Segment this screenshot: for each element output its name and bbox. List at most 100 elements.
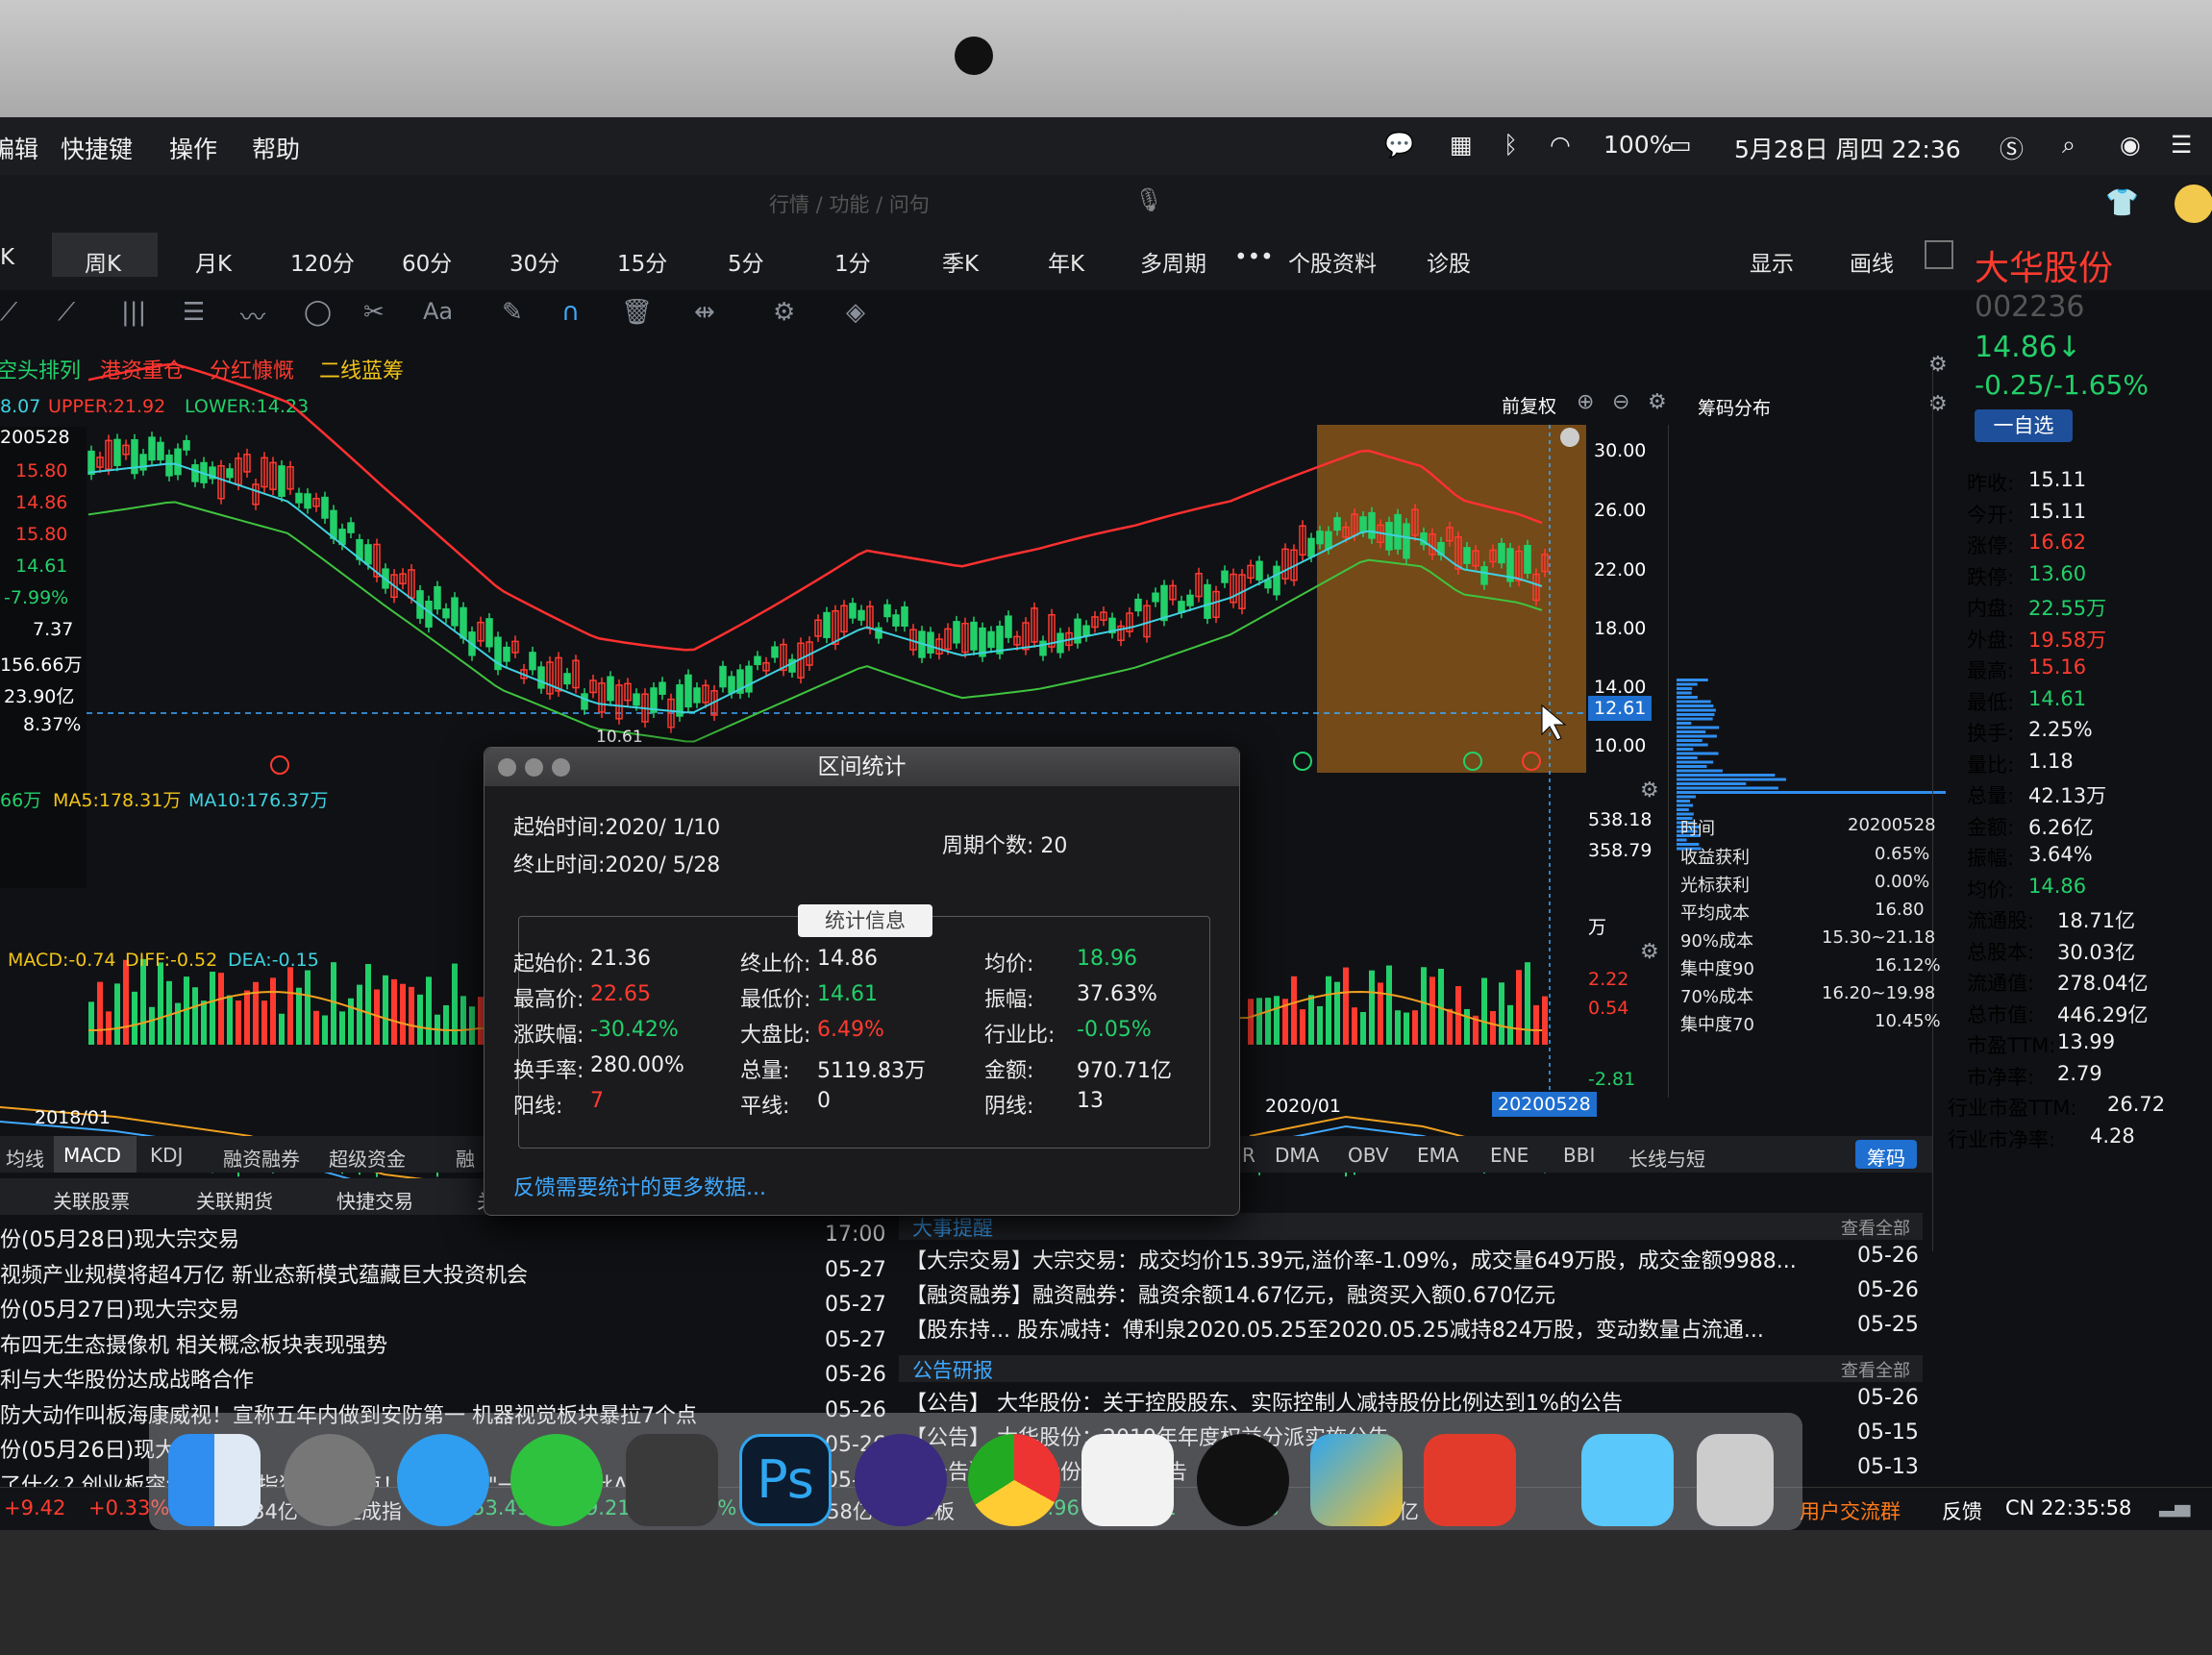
- stock-app-icon[interactable]: [1424, 1434, 1516, 1526]
- finder-icon[interactable]: [168, 1434, 261, 1526]
- quote-value: 2.25%: [2028, 718, 2093, 741]
- candle: [347, 522, 355, 533]
- volume-unit: 万: [1588, 917, 1607, 938]
- feedback-more-link[interactable]: 反馈需要统计的更多数据...: [513, 1171, 766, 1201]
- video-player-icon[interactable]: [1310, 1434, 1403, 1526]
- user-group-link[interactable]: 用户交流群: [1800, 1496, 1901, 1525]
- news-item[interactable]: 份(05月27日)现大宗交易: [0, 1293, 239, 1323]
- event-heading: 大事提醒: [912, 1217, 993, 1240]
- add-watchlist-button[interactable]: 一自选: [1975, 409, 2073, 442]
- chip-bar: [1677, 803, 1694, 807]
- candle: [113, 438, 121, 466]
- stats-info-button[interactable]: 统计信息: [798, 904, 932, 937]
- volume-bar: [123, 959, 129, 1045]
- volume-bar: [313, 1010, 319, 1045]
- volume-bar: [1300, 1009, 1305, 1045]
- close-range-icon[interactable]: [1560, 428, 1579, 447]
- tab-obv[interactable]: OBV: [1348, 1144, 1389, 1167]
- tab-ema[interactable]: EMA: [1417, 1144, 1459, 1167]
- stat-label: 大盘比:: [740, 1024, 811, 1048]
- event-item[interactable]: 【融资融券】融资融券：融资余额14.67亿元，融资买入额0.670亿元: [906, 1278, 1555, 1309]
- event-item[interactable]: 【大宗交易】大宗交易：成交均价15.39元,溢价率-1.09%，成交量649万股…: [906, 1244, 1797, 1274]
- final-cut-icon[interactable]: [626, 1434, 718, 1526]
- photoshop-icon[interactable]: Ps: [739, 1434, 832, 1526]
- qq-icon[interactable]: [1197, 1434, 1289, 1526]
- chip-bar: [1677, 700, 1711, 704]
- dock: Ps: [149, 1413, 1802, 1530]
- minimize-window-icon[interactable]: [525, 758, 543, 777]
- tab-longshort[interactable]: 长线与短: [1628, 1144, 1705, 1172]
- event-item[interactable]: 【股东持... 股东减持：傅利泉2020.05.25至2020.05.25减持8…: [906, 1313, 1764, 1344]
- marker-q-icon[interactable]: [270, 755, 289, 775]
- tab-bbi[interactable]: BBI: [1563, 1144, 1595, 1167]
- event-more-link[interactable]: 查看全部: [1841, 1215, 1910, 1240]
- notice-heading: 公告研报: [912, 1359, 993, 1382]
- price-tick: 10.00: [1594, 735, 1647, 756]
- stock-name: 大华股份: [1975, 249, 2114, 288]
- news-date: 05-27: [825, 1257, 886, 1282]
- quote-label: 内盘:: [1967, 597, 2015, 620]
- eclipse-icon[interactable]: [855, 1434, 947, 1526]
- volume-bar: [1533, 1004, 1539, 1045]
- news-item[interactable]: 布四无生态摄像机 相关概念板块表现强势: [0, 1328, 387, 1359]
- news-item[interactable]: 视频产业规模将超4万亿 新业态新模式蕴藏巨大投资机会: [0, 1258, 528, 1289]
- zoom-window-icon[interactable]: [552, 758, 570, 777]
- quote-value: 13.60: [2028, 561, 2087, 585]
- volume-bar: [1274, 996, 1280, 1045]
- volume-settings-icon[interactable]: ⚙: [1640, 778, 1659, 803]
- feedback-link[interactable]: 反馈: [1942, 1496, 1982, 1525]
- tab-quick-trade[interactable]: 快捷交易: [336, 1186, 413, 1214]
- close-window-icon[interactable]: [498, 758, 516, 777]
- chip-bar: [1677, 713, 1715, 716]
- volume-bar: [1317, 1005, 1323, 1045]
- chip-bar: [1677, 730, 1706, 733]
- macd-settings-icon[interactable]: ⚙: [1640, 940, 1659, 964]
- tab-r[interactable]: R: [1242, 1144, 1255, 1167]
- dialog-titlebar[interactable]: 区间统计: [485, 748, 1239, 786]
- tab-more[interactable]: 融: [456, 1144, 475, 1172]
- candle: [1056, 632, 1064, 654]
- volume-bar: [1499, 982, 1504, 1045]
- tab-dma[interactable]: DMA: [1275, 1144, 1319, 1167]
- volume-bar: [1256, 998, 1262, 1045]
- wechat-icon[interactable]: [510, 1434, 603, 1526]
- tab-capital[interactable]: 超级资金: [329, 1144, 406, 1172]
- chip-bar: [1677, 760, 1714, 764]
- quote-label: 市盈TTM:: [1967, 1034, 2056, 1057]
- tab-ma[interactable]: 均线: [6, 1144, 44, 1172]
- volume-bar: [1447, 1008, 1453, 1045]
- volume-bar: [469, 1006, 475, 1045]
- chip-bar: [1677, 717, 1713, 721]
- volume-bar: [287, 967, 293, 1045]
- youku-icon[interactable]: [1081, 1434, 1174, 1526]
- candle: [1204, 583, 1211, 619]
- downloads-folder-icon[interactable]: [1581, 1434, 1674, 1526]
- chip-button[interactable]: 筹码: [1855, 1140, 1917, 1170]
- chip-label: 时间: [1680, 819, 1715, 839]
- volume-bar: [1386, 965, 1392, 1045]
- stat-label: 金额:: [984, 1059, 1034, 1083]
- volume-bar: [236, 1000, 241, 1045]
- tab-ene[interactable]: ENE: [1490, 1144, 1529, 1167]
- volume-bar: [426, 976, 432, 1045]
- tab-related-stocks[interactable]: 关联股票: [53, 1186, 130, 1214]
- launchpad-icon[interactable]: [284, 1434, 376, 1526]
- chip-bar: [1677, 808, 1689, 811]
- trash-icon[interactable]: [1697, 1434, 1774, 1526]
- news-item[interactable]: 利与大华股份达成战略合作: [0, 1363, 254, 1394]
- stat-value: 0: [817, 1089, 831, 1113]
- chip-value: 15.30~21.18: [1822, 927, 1936, 948]
- tab-macd[interactable]: MACD: [54, 1136, 137, 1173]
- safari-icon[interactable]: [397, 1434, 489, 1526]
- news-item[interactable]: 份(05月28日)现大宗交易: [0, 1223, 239, 1253]
- chrome-icon[interactable]: [968, 1434, 1060, 1526]
- notice-more-link[interactable]: 查看全部: [1841, 1357, 1910, 1382]
- tab-related-futures[interactable]: 关联期货: [196, 1186, 273, 1214]
- quote-value: 19.58万: [2028, 628, 2107, 652]
- stock-change: -0.25/-1.65%: [1975, 369, 2149, 401]
- tab-margin[interactable]: 融资融券: [223, 1144, 300, 1172]
- candle: [1178, 601, 1185, 613]
- marker-l-icon[interactable]: [1293, 752, 1312, 771]
- quote-value: 278.04亿: [2057, 972, 2149, 995]
- tab-kdj[interactable]: KDJ: [150, 1144, 183, 1167]
